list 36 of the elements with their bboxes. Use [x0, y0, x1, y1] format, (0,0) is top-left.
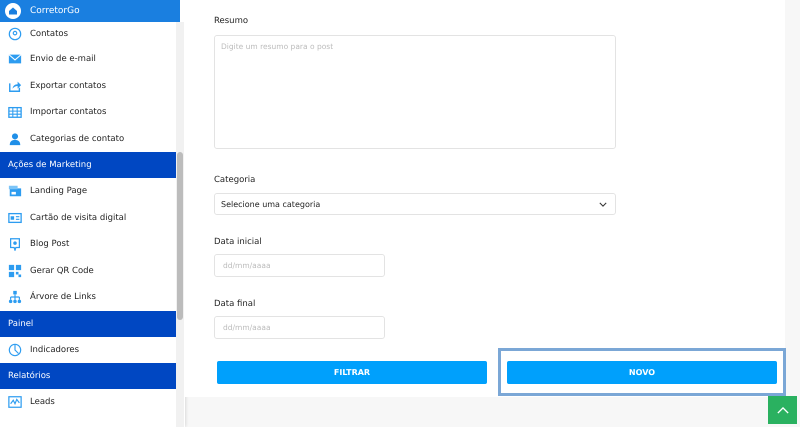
line-chart-icon — [8, 395, 22, 410]
card-icon — [8, 210, 22, 225]
field-label: Resumo — [214, 16, 250, 28]
chevron-down-icon — [599, 202, 607, 206]
menu-item[interactable]: Leads — [0, 389, 176, 416]
field-label: Data final — [214, 299, 256, 311]
chart-icon — [8, 342, 22, 357]
section-header: Painel — [0, 310, 176, 336]
menu-item[interactable]: Landing Page — [0, 178, 176, 204]
menu-item[interactable]: Contatos — [0, 22, 176, 46]
category-dropdown[interactable]: Selecione uma categoria — [214, 193, 616, 215]
chevron-up-icon — [776, 406, 788, 414]
section-header: Relatórios — [0, 363, 176, 389]
share-icon — [8, 78, 22, 93]
menu-item[interactable]: Importar contatos — [0, 99, 176, 126]
qr-code-icon — [8, 264, 22, 278]
home-icon — [5, 3, 21, 19]
tree-icon — [8, 290, 22, 304]
envelope-icon — [8, 52, 22, 66]
person-icon — [8, 132, 22, 146]
menu-item[interactable]: Envio de e-mail — [0, 46, 176, 72]
menu-item[interactable]: Indicadores — [0, 336, 176, 363]
brand-name: CorretorGo — [30, 6, 80, 16]
section-header: Ações de Marketing — [0, 152, 176, 178]
menu-item[interactable]: Categorias de contato — [0, 126, 176, 152]
table-icon — [8, 105, 22, 120]
menu-item[interactable]: Blog Post — [0, 231, 176, 258]
scrollbar[interactable] — [176, 22, 184, 427]
menu-item[interactable]: Cartão de visita digital — [0, 204, 176, 231]
menu-item[interactable]: Exportar contatos — [0, 72, 176, 99]
scroll-top-button[interactable] — [768, 396, 797, 424]
window-icon — [8, 184, 22, 198]
field-label: Data inicial — [214, 237, 263, 249]
menu-item[interactable]: Árvore de Links — [0, 284, 176, 310]
menu-item[interactable]: Gerar QR Code — [0, 258, 176, 284]
field-label: Categoria — [214, 175, 256, 187]
